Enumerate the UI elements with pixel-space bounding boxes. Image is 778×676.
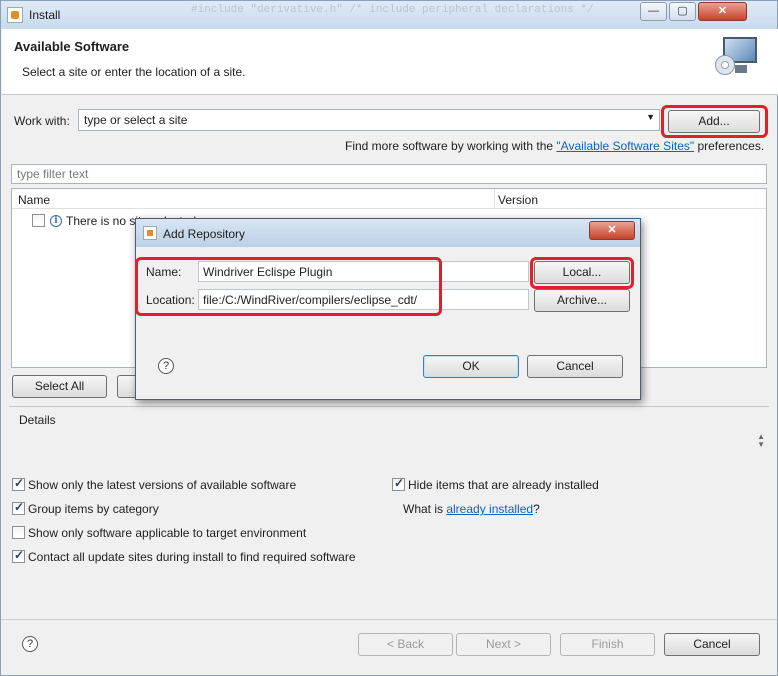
name-field[interactable]: Windriver Eclispe Plugin — [198, 261, 529, 282]
eclipse-dialog-icon — [143, 226, 157, 240]
minimize-button[interactable]: — — [640, 2, 667, 21]
hide-installed-checkbox[interactable] — [392, 476, 405, 491]
contact-all-sites-checkbox[interactable] — [12, 548, 25, 563]
location-field[interactable]: file:/C:/WindRiver/compilers/eclipse_cdt… — [198, 289, 529, 310]
footer-divider — [1, 619, 777, 620]
row-checkbox[interactable] — [32, 214, 45, 227]
available-software-sites-link[interactable]: "Available Software Sites" — [556, 139, 694, 153]
next-button[interactable]: Next > — [456, 633, 551, 656]
contact-all-sites-label: Contact all update sites during install … — [28, 550, 356, 564]
title-bar: Install #include "derivative.h" /* inclu… — [1, 1, 777, 29]
wizard-header: Available Software Select a site or ente… — [2, 29, 778, 95]
help-icon[interactable]: ? — [22, 636, 38, 652]
name-value: Windriver Eclispe Plugin — [203, 265, 333, 279]
ok-button[interactable]: OK — [423, 355, 519, 378]
close-button[interactable]: ✕ — [698, 2, 747, 21]
show-latest-checkbox[interactable] — [12, 476, 25, 491]
background-code-text: #include "derivative.h" /* include perip… — [191, 4, 594, 16]
dialog-cancel-button[interactable]: Cancel — [527, 355, 623, 378]
column-header-name[interactable]: Name — [18, 193, 50, 207]
dialog-title: Add Repository — [163, 227, 246, 241]
archive-button[interactable]: Archive... — [534, 289, 630, 312]
local-button[interactable]: Local... — [534, 261, 630, 284]
dropdown-arrow-icon[interactable]: ▼ — [646, 112, 655, 122]
table-header: Name Version — [12, 189, 766, 209]
details-title: Details — [19, 413, 56, 427]
name-label: Name: — [146, 265, 182, 279]
details-scroll-arrows[interactable]: ▲ ▼ — [757, 433, 765, 449]
filter-placeholder: type filter text — [17, 167, 89, 181]
eclipse-app-icon — [7, 7, 23, 23]
page-subtitle: Select a site or enter the location of a… — [22, 65, 246, 79]
details-section: Details ▲ ▼ — [9, 406, 769, 471]
work-with-placeholder: type or select a site — [84, 113, 188, 127]
already-installed-link[interactable]: already installed — [446, 502, 533, 516]
install-software-icon — [715, 35, 761, 79]
info-icon: i — [50, 215, 62, 227]
show-latest-label: Show only the latest versions of availab… — [28, 478, 297, 492]
window-title: Install — [29, 8, 61, 22]
select-all-button[interactable]: Select All — [12, 375, 107, 398]
page-title: Available Software — [14, 39, 130, 54]
hide-installed-label: Hide items that are already installed — [408, 478, 599, 492]
find-more-text: Find more software by working with the "… — [345, 139, 765, 153]
add-repository-dialog: Add Repository ✕ Name: Windriver Eclispe… — [135, 218, 641, 400]
dialog-help-icon[interactable]: ? — [158, 358, 174, 374]
dialog-close-button[interactable]: ✕ — [589, 221, 635, 240]
group-by-category-label: Group items by category — [28, 502, 159, 516]
cancel-button[interactable]: Cancel — [664, 633, 760, 656]
column-header-version[interactable]: Version — [498, 193, 538, 207]
back-button[interactable]: < Back — [358, 633, 453, 656]
location-label: Location: — [146, 293, 195, 307]
filter-input[interactable]: type filter text — [11, 164, 767, 184]
work-with-combo[interactable]: type or select a site ▼ — [78, 109, 660, 131]
group-by-category-checkbox[interactable] — [12, 500, 25, 515]
work-with-label: Work with: — [14, 114, 70, 128]
dialog-title-bar: Add Repository ✕ — [136, 219, 640, 247]
what-is-installed-text: What is already installed? — [403, 502, 540, 516]
add-button[interactable]: Add... — [668, 110, 760, 133]
show-applicable-checkbox[interactable] — [12, 526, 25, 539]
maximize-button[interactable]: ▢ — [669, 2, 696, 21]
location-value: file:/C:/WindRiver/compilers/eclipse_cdt… — [203, 293, 418, 307]
show-applicable-label: Show only software applicable to target … — [28, 526, 307, 540]
finish-button[interactable]: Finish — [560, 633, 655, 656]
